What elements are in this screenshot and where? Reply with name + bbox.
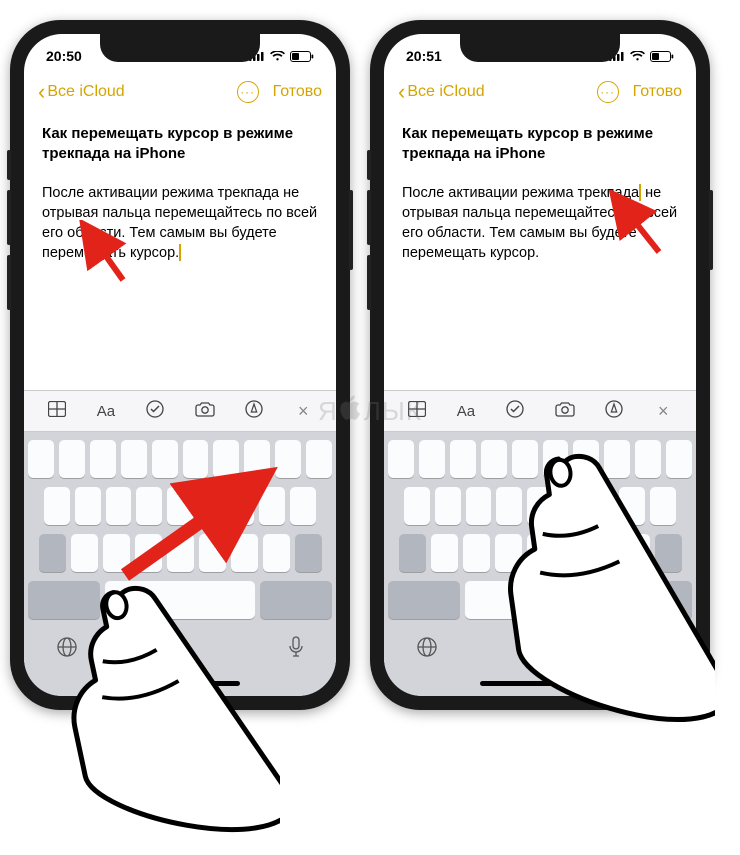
chevron-left-icon: ‹ (38, 81, 45, 103)
markup-icon[interactable] (241, 400, 267, 423)
power-button (349, 190, 353, 270)
checklist-icon[interactable] (142, 400, 168, 423)
note-editor[interactable]: Как перемещать курсор в режиме трекпада … (24, 112, 336, 390)
volume-up (367, 190, 371, 245)
annotation-arrow-cursor (604, 190, 674, 260)
status-indicators (249, 51, 314, 62)
chevron-left-icon: ‹ (398, 81, 405, 103)
nav-bar: ‹ Все iCloud ··· Готово (384, 72, 696, 112)
text-cursor (179, 244, 181, 261)
volume-up (7, 190, 11, 245)
hand-illustration-right (475, 415, 715, 735)
globe-icon[interactable] (416, 636, 438, 664)
volume-down (7, 255, 11, 310)
notch (460, 34, 620, 62)
volume-down (367, 255, 371, 310)
nav-bar: ‹ Все iCloud ··· Готово (24, 72, 336, 112)
back-label: Все iCloud (407, 83, 484, 101)
more-menu-icon[interactable]: ··· (237, 81, 259, 103)
table-icon[interactable] (404, 401, 430, 422)
wifi-icon (270, 51, 285, 62)
wifi-icon (630, 51, 645, 62)
note-editor[interactable]: Как перемещать курсор в режиме трекпада … (384, 112, 696, 390)
camera-icon[interactable] (192, 401, 218, 422)
hand-illustration-left (40, 540, 280, 840)
mute-switch (7, 150, 11, 180)
note-title: Как перемещать курсор в режиме трекпада … (42, 124, 318, 165)
back-label: Все iCloud (47, 83, 124, 101)
table-icon[interactable] (44, 401, 70, 422)
status-time: 20:51 (406, 48, 442, 64)
close-icon[interactable]: × (290, 401, 316, 422)
done-button[interactable]: Готово (633, 83, 682, 101)
note-toolbar: Aa × (24, 390, 336, 432)
more-menu-icon[interactable]: ··· (597, 81, 619, 103)
battery-icon (650, 51, 674, 62)
back-button[interactable]: ‹ Все iCloud (398, 81, 485, 103)
done-button[interactable]: Готово (273, 83, 322, 101)
battery-icon (290, 51, 314, 62)
font-button[interactable]: Aa (93, 403, 119, 420)
status-time: 20:50 (46, 48, 82, 64)
annotation-arrow-cursor (78, 220, 138, 290)
power-button (709, 190, 713, 270)
mic-icon[interactable] (288, 636, 304, 664)
mute-switch (367, 150, 371, 180)
notch (100, 34, 260, 62)
status-indicators (609, 51, 674, 62)
note-title: Как перемещать курсор в режиме трекпада … (402, 124, 678, 165)
back-button[interactable]: ‹ Все iCloud (38, 81, 125, 103)
